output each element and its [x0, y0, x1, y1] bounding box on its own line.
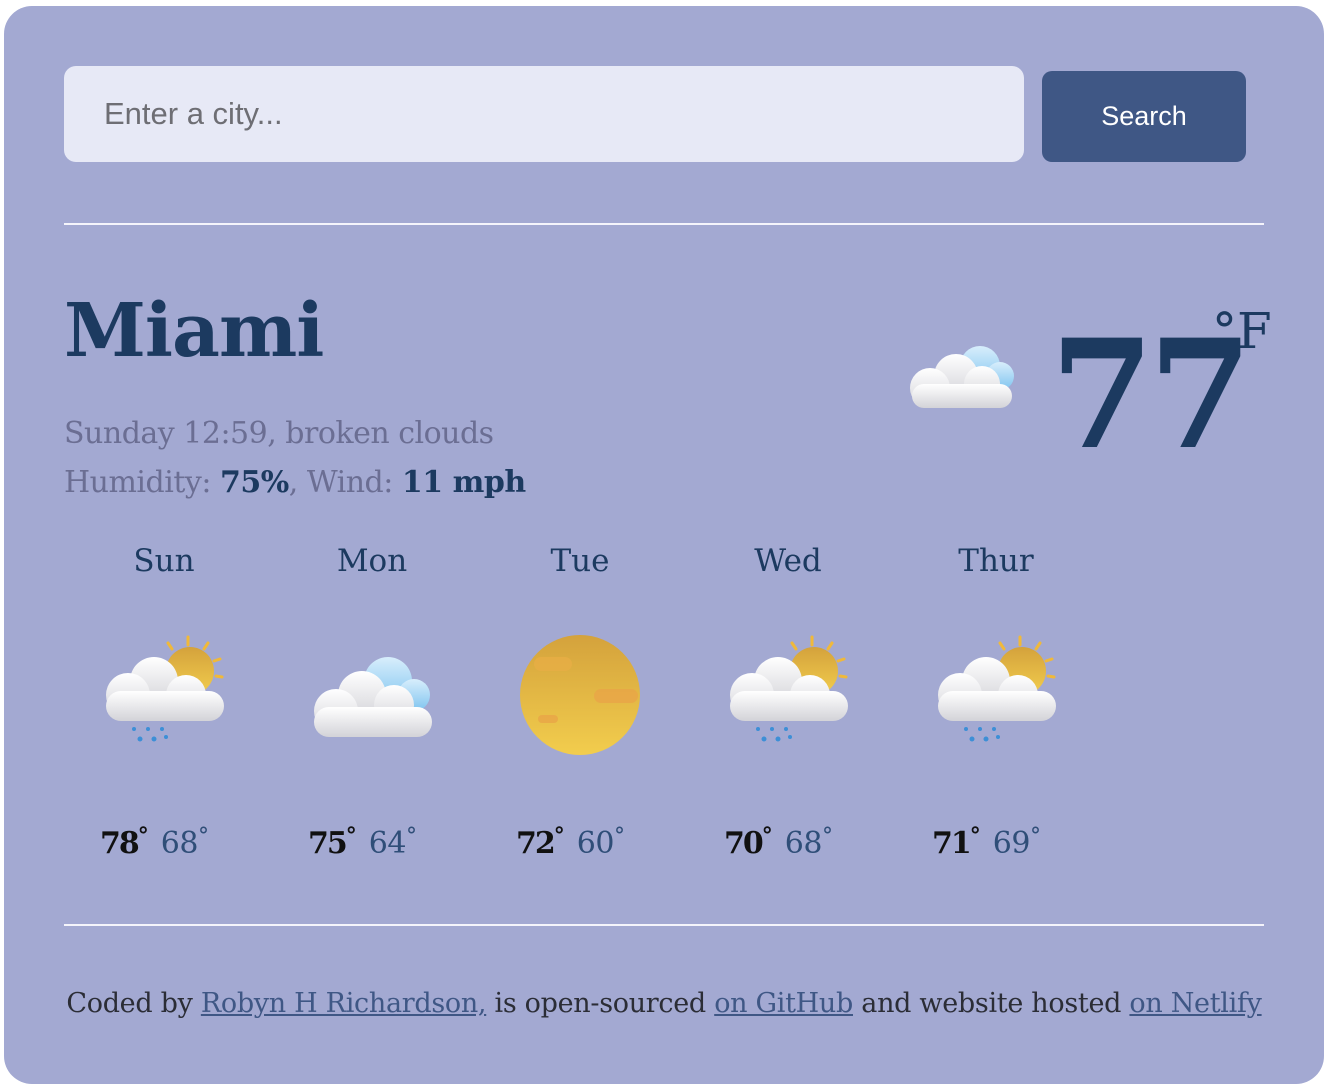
forecast-max: 70°: [724, 823, 773, 861]
top-divider: [64, 223, 1264, 225]
wind-value: 11 mph: [401, 465, 526, 500]
author-link[interactable]: Robyn H Richardson,: [201, 988, 487, 1019]
search-input[interactable]: [64, 66, 1024, 162]
city-name: Miami: [64, 288, 324, 374]
forecast-day-label: Sun: [133, 543, 195, 579]
forecast-min: 68°: [784, 824, 833, 861]
forecast-day-label: Tue: [550, 543, 610, 579]
forecast-min: 68°: [160, 824, 209, 861]
footer-text: and website hosted: [853, 988, 1130, 1019]
forecast-min: 64°: [368, 824, 417, 861]
forecast-temps: 71° 69°: [932, 823, 1041, 861]
sun-cloud-rain-icon: [936, 633, 1060, 749]
forecast-day-label: Mon: [336, 543, 408, 579]
forecast-min: 60°: [576, 824, 625, 861]
forecast-day-label: Wed: [754, 543, 822, 579]
netlify-link[interactable]: on Netlify: [1129, 988, 1262, 1019]
footer-text: is open-sourced: [486, 988, 715, 1019]
bottom-divider: [64, 924, 1264, 926]
sun-cloud-rain-icon: [728, 633, 852, 749]
day-time-description: Sunday 12:59, broken clouds: [64, 416, 494, 451]
forecast-max: 78°: [100, 823, 149, 861]
forecast-max: 75°: [308, 823, 357, 861]
cloud-icon: [908, 336, 1018, 416]
forecast-temps: 70° 68°: [724, 823, 833, 861]
sun-cloud-rain-icon: [104, 633, 228, 749]
cloud-icon: [312, 633, 436, 749]
forecast-day-label: Thur: [958, 543, 1034, 579]
temperature-unit: °F: [1212, 302, 1272, 360]
forecast-min: 69°: [992, 824, 1041, 861]
sun-icon: [520, 633, 644, 761]
search-button[interactable]: Search: [1042, 71, 1246, 162]
forecast-temps: 75° 64°: [308, 823, 417, 861]
weather-app: Search Miami Sunday 12:59, broken clouds…: [4, 6, 1324, 1084]
wind-label: , Wind:: [288, 465, 402, 500]
footer-text: Coded by: [66, 988, 201, 1019]
forecast-temps: 72° 60°: [516, 823, 625, 861]
humidity-value: 75%: [219, 465, 289, 500]
humidity-label: Humidity:: [64, 465, 220, 500]
forecast-temps: 78° 68°: [100, 823, 209, 861]
forecast-max: 71°: [932, 823, 981, 861]
forecast-max: 72°: [516, 823, 565, 861]
humidity-wind: Humidity: 75%, Wind: 11 mph: [64, 465, 526, 500]
footer: Coded by Robyn H Richardson, is open-sou…: [4, 988, 1324, 1019]
github-link[interactable]: on GitHub: [714, 988, 853, 1019]
